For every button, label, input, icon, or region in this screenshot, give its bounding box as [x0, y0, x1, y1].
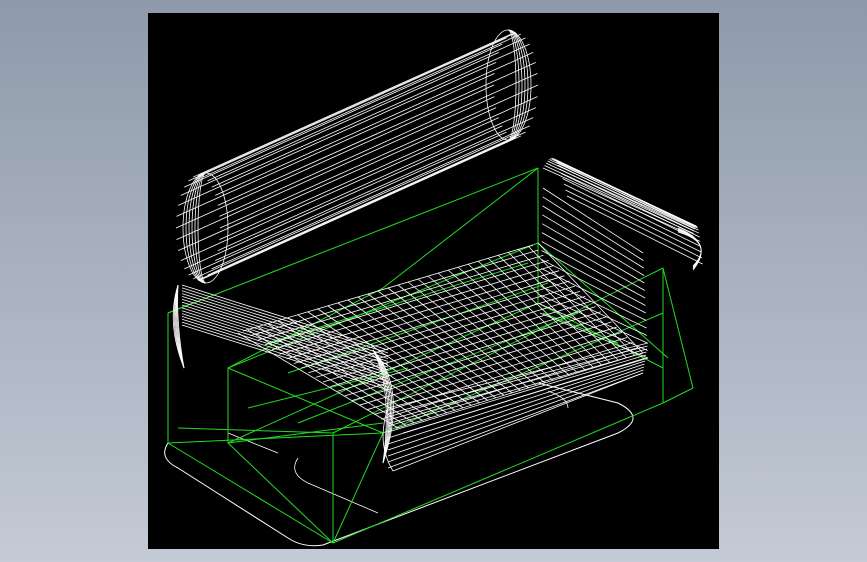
cad-viewport[interactable]: [148, 13, 719, 549]
seat-mesh-line: [330, 306, 596, 388]
backrest-mesh-line: [178, 61, 497, 206]
seat-front-line: [387, 360, 646, 445]
construction-line: [177, 427, 334, 434]
backrest-mesh-line: [184, 125, 503, 270]
seat-mesh-line: [315, 295, 586, 378]
construction-line: [332, 432, 384, 544]
right-armrest-top-line: [562, 178, 701, 247]
right-armrest-side-line: [539, 312, 649, 359]
right-armrest-top-line: [542, 167, 694, 237]
construction-line: [227, 442, 334, 544]
right-armrest-top-line: [563, 183, 702, 253]
right-armrest-side-line: [541, 241, 646, 299]
seat-mesh-line: [395, 352, 643, 429]
seat-cross-line: [497, 254, 611, 364]
seat-mesh-line: [257, 254, 544, 341]
seat-cross-line: [517, 248, 627, 359]
base-footprint-inner: [227, 390, 569, 514]
construction-line: [167, 442, 334, 544]
right-armrest-side-line: [541, 223, 645, 284]
construction-line: [167, 432, 384, 444]
construction-line: [662, 387, 694, 404]
seat-cross-line: [537, 242, 644, 354]
seat-cross-line: [417, 278, 546, 384]
backrest-mesh-line: [207, 37, 526, 182]
backrest-mesh-line: [219, 96, 538, 240]
right-armrest-top-line: [553, 158, 698, 228]
seat-cross-line: [487, 257, 603, 366]
seat-cross-line: [527, 245, 636, 356]
seat-cross-line: [387, 287, 521, 391]
seat-mesh-line: [344, 316, 607, 397]
backrest-mesh-line: [217, 107, 536, 252]
right-armrest-top-line: [557, 164, 700, 234]
seat-front-bottom: [392, 372, 644, 472]
backrest-mesh-line: [211, 43, 530, 188]
seat-mesh-line: [337, 311, 602, 392]
backrest-mesh-line: [188, 131, 507, 276]
sofa-wireframe-drawing: [164, 29, 703, 547]
construction-line: [662, 267, 694, 389]
seat-front-line: [387, 354, 647, 433]
backrest-mesh-line: [217, 61, 536, 206]
seat-cross-line: [397, 284, 529, 389]
seat-front-line: [387, 345, 648, 415]
seat-cross-line: [377, 290, 513, 394]
backrest-mesh-line: [178, 107, 497, 252]
construction-line: [332, 402, 664, 544]
construction-lines: [167, 167, 694, 544]
right-armrest-side-line: [541, 232, 645, 291]
mesh-lines: [172, 29, 703, 472]
seat-front-line: [387, 369, 644, 463]
backrest-mesh-line: [176, 73, 495, 217]
right-armrest-side-line: [542, 214, 645, 276]
seat-front-line: [387, 351, 647, 427]
right-armrest-top-line: [547, 160, 695, 230]
